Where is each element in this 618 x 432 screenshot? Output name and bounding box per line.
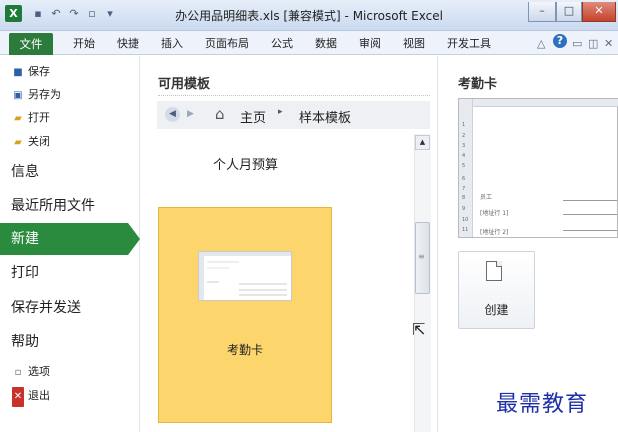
scroll-up-arrow-icon[interactable]: ▲ — [415, 135, 430, 150]
nav-save[interactable]: ■ 保存 — [12, 62, 50, 82]
breadcrumb-current: 样本模板 — [299, 111, 352, 126]
template-thumbnail — [198, 251, 292, 301]
save-icon: ■ — [13, 67, 23, 78]
folder-close-icon: ▰ — [14, 137, 22, 148]
tab-quick[interactable]: 快捷 — [117, 35, 139, 53]
forward-arrow-icon[interactable]: ▶ — [183, 107, 198, 122]
help-icon[interactable]: ? — [553, 34, 567, 48]
preview-line — [563, 230, 617, 231]
preview-row-number: 7 — [462, 186, 466, 192]
options-icon: ▫ — [14, 367, 22, 378]
maximize-button[interactable]: □ — [556, 2, 582, 22]
nav-exit-label: 退出 — [28, 389, 50, 402]
nav-new[interactable]: 新建 — [11, 226, 39, 252]
nav-info[interactable]: 信息 — [11, 159, 39, 185]
preview-heading: 考勤卡 — [458, 77, 498, 92]
ribbon-collapse-icon[interactable]: △ — [537, 37, 545, 50]
nav-save-label: 保存 — [28, 65, 50, 78]
nav-options[interactable]: ▫ 选项 — [12, 362, 50, 382]
new-document-icon-fold — [496, 261, 502, 267]
tab-home[interactable]: 开始 — [73, 35, 95, 53]
exit-icon: ✕ — [12, 387, 24, 407]
preview-row-number: 1 — [462, 122, 466, 128]
tab-file[interactable]: 文件 — [9, 33, 53, 55]
preview-row-number: 9 — [462, 206, 466, 212]
preview-row-number: 10 — [462, 217, 469, 223]
nav-selection-arrow — [128, 223, 140, 255]
save-as-icon: ▣ — [13, 90, 23, 101]
preview-address-line2: [地址行 2] — [480, 229, 509, 236]
folder-open-icon: ▰ — [14, 113, 22, 124]
preview-row-number: 4 — [462, 153, 466, 159]
nav-exit[interactable]: ✕ 退出 — [12, 386, 50, 407]
preview-row-number: 8 — [462, 195, 466, 201]
preview-line — [563, 214, 617, 215]
scroll-grip-icon: ≡ — [418, 252, 425, 261]
doc-minimize-icon[interactable]: ▭ — [572, 37, 582, 50]
templates-divider — [158, 95, 430, 96]
breadcrumb-separator: ▸ — [278, 107, 283, 117]
nav-help[interactable]: 帮助 — [11, 329, 39, 355]
back-arrow-icon[interactable]: ◀ — [165, 107, 180, 122]
nav-close[interactable]: ▰ 关闭 — [12, 132, 50, 152]
preview-row-number: 2 — [462, 133, 466, 139]
preview-row-number: 5 — [462, 163, 466, 169]
home-icon[interactable]: ⌂ — [215, 105, 225, 123]
tab-insert[interactable]: 插入 — [161, 35, 183, 53]
preview-address-line1: [地址行 1] — [480, 210, 509, 217]
mouse-cursor-icon: ⇱ — [412, 320, 426, 339]
tab-view[interactable]: 视图 — [403, 35, 425, 53]
preview-line — [563, 200, 617, 201]
nav-print[interactable]: 打印 — [11, 260, 39, 286]
nav-save-send[interactable]: 保存并发送 — [11, 295, 81, 321]
create-button-label: 创建 — [484, 303, 509, 317]
tab-developer[interactable]: 开发工具 — [447, 35, 491, 53]
watermark: 最需教育 — [496, 392, 589, 417]
preview-row-number: 3 — [462, 143, 466, 149]
breadcrumb-home[interactable]: 主页 — [240, 107, 266, 126]
nav-close-label: 关闭 — [28, 135, 50, 148]
minimize-button[interactable]: – — [528, 2, 556, 22]
nav-open[interactable]: ▰ 打开 — [12, 108, 50, 128]
window-title: 办公用品明细表.xls [兼容模式] - Microsoft Excel — [175, 9, 443, 23]
nav-open-label: 打开 — [28, 111, 50, 124]
nav-options-label: 选项 — [28, 365, 50, 378]
preview-employee-label: 员工 — [480, 194, 493, 201]
panel-divider — [437, 56, 438, 432]
nav-save-as[interactable]: ▣ 另存为 — [12, 85, 61, 105]
tab-page-layout[interactable]: 页面布局 — [205, 35, 249, 53]
nav-save-as-label: 另存为 — [28, 88, 61, 101]
doc-restore-icon[interactable]: ◫ — [588, 37, 598, 50]
preview-row-number: 6 — [462, 176, 466, 182]
template-timecard-label: 考勤卡 — [226, 343, 263, 357]
templates-heading: 可用模板 — [158, 77, 211, 92]
nav-recent[interactable]: 最近所用文件 — [11, 193, 95, 219]
tab-formulas[interactable]: 公式 — [271, 35, 293, 53]
doc-close-icon[interactable]: ✕ — [604, 37, 613, 50]
template-personal-budget[interactable]: 个人月预算 — [213, 154, 278, 173]
preview-column-header — [459, 99, 618, 107]
close-button[interactable]: ✕ — [582, 2, 616, 22]
template-timecard[interactable] — [158, 207, 332, 423]
tab-data[interactable]: 数据 — [315, 35, 337, 53]
tab-review[interactable]: 审阅 — [359, 35, 381, 53]
template-preview — [458, 98, 618, 238]
preview-row-number: 11 — [462, 227, 469, 233]
